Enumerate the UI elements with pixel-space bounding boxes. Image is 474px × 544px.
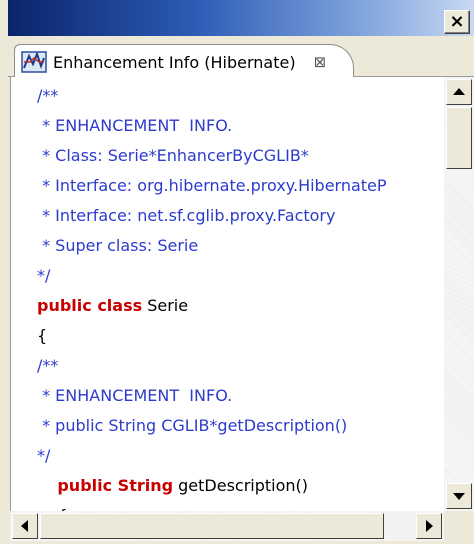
code-comment: * Super class: Serie bbox=[37, 236, 199, 255]
code-comment: * public String CGLIB*getDescription() bbox=[37, 416, 348, 435]
vertical-scrollbar[interactable] bbox=[444, 77, 474, 511]
code-comment: * Interface: org.hibernate.proxy.Hiberna… bbox=[37, 176, 387, 195]
code-line: * public String CGLIB*getDescription() bbox=[37, 411, 387, 441]
code-comment: * Class: Serie*EnhancerByCGLIB* bbox=[37, 146, 309, 165]
tab-enhancement-info[interactable]: Enhancement Info (Hibernate) ⊠ bbox=[14, 44, 354, 79]
horizontal-scrollbar[interactable] bbox=[10, 511, 444, 541]
code-comment: */ bbox=[37, 266, 51, 285]
code-line: /** bbox=[37, 81, 387, 111]
close-button[interactable]: × bbox=[444, 10, 470, 34]
code-keyword: public String bbox=[57, 476, 174, 495]
scroll-left-button[interactable] bbox=[12, 513, 38, 539]
horizontal-scroll-thumb[interactable] bbox=[40, 513, 384, 539]
scroll-up-button[interactable] bbox=[446, 79, 472, 105]
code-line: * ENHANCEMENT INFO. bbox=[37, 381, 387, 411]
code-line: public String getDescription() bbox=[37, 471, 387, 501]
close-icon: × bbox=[449, 11, 465, 32]
vertical-scroll-thumb[interactable] bbox=[446, 107, 472, 169]
arrow-up-icon bbox=[453, 88, 465, 95]
code-line: public class Serie bbox=[37, 291, 387, 321]
code-line: * ENHANCEMENT INFO. bbox=[37, 111, 387, 141]
code-comment: * ENHANCEMENT INFO. bbox=[37, 386, 233, 405]
code-editor[interactable]: /** * ENHANCEMENT INFO. * Class: Serie*E… bbox=[10, 77, 445, 511]
hibernate-enhancement-icon bbox=[21, 51, 47, 73]
code-comment: /** bbox=[37, 356, 59, 375]
tab-close-icon[interactable]: ⊠ bbox=[314, 53, 327, 71]
scroll-down-button[interactable] bbox=[446, 483, 472, 509]
code-comment: * ENHANCEMENT INFO. bbox=[37, 116, 233, 135]
arrow-left-icon bbox=[21, 520, 28, 532]
code-text: getDescription() bbox=[173, 476, 309, 495]
code-line: { bbox=[37, 501, 387, 511]
code-line: * Interface: org.hibernate.proxy.Hiberna… bbox=[37, 171, 387, 201]
code-line: * Class: Serie*EnhancerByCGLIB* bbox=[37, 141, 387, 171]
code-comment: */ bbox=[37, 446, 51, 465]
code-line: { bbox=[37, 321, 387, 351]
tab-label: Enhancement Info (Hibernate) bbox=[53, 52, 296, 72]
title-bar[interactable]: × bbox=[8, 0, 474, 36]
scrollbar-corner bbox=[444, 511, 474, 544]
arrow-right-icon bbox=[426, 520, 433, 532]
code-line: */ bbox=[37, 441, 387, 471]
eclipse-view-window: × Enhancement Info (Hibernate) ⊠ /** * E… bbox=[0, 0, 474, 544]
code-line: * Super class: Serie bbox=[37, 231, 387, 261]
code-line: * Interface: net.sf.cglib.proxy.Factory bbox=[37, 201, 387, 231]
code-line: */ bbox=[37, 261, 387, 291]
code-line: /** bbox=[37, 351, 387, 381]
code-comment: * Interface: net.sf.cglib.proxy.Factory bbox=[37, 206, 336, 225]
code-text: { bbox=[37, 326, 48, 345]
arrow-down-icon bbox=[453, 493, 465, 500]
tab-strip: Enhancement Info (Hibernate) ⊠ bbox=[8, 38, 474, 79]
scroll-right-button[interactable] bbox=[416, 513, 442, 539]
code-keyword: public class bbox=[37, 296, 143, 315]
code-text: Serie bbox=[142, 296, 189, 315]
code-lines: /** * ENHANCEMENT INFO. * Class: Serie*E… bbox=[37, 81, 387, 511]
code-comment: /** bbox=[37, 86, 59, 105]
